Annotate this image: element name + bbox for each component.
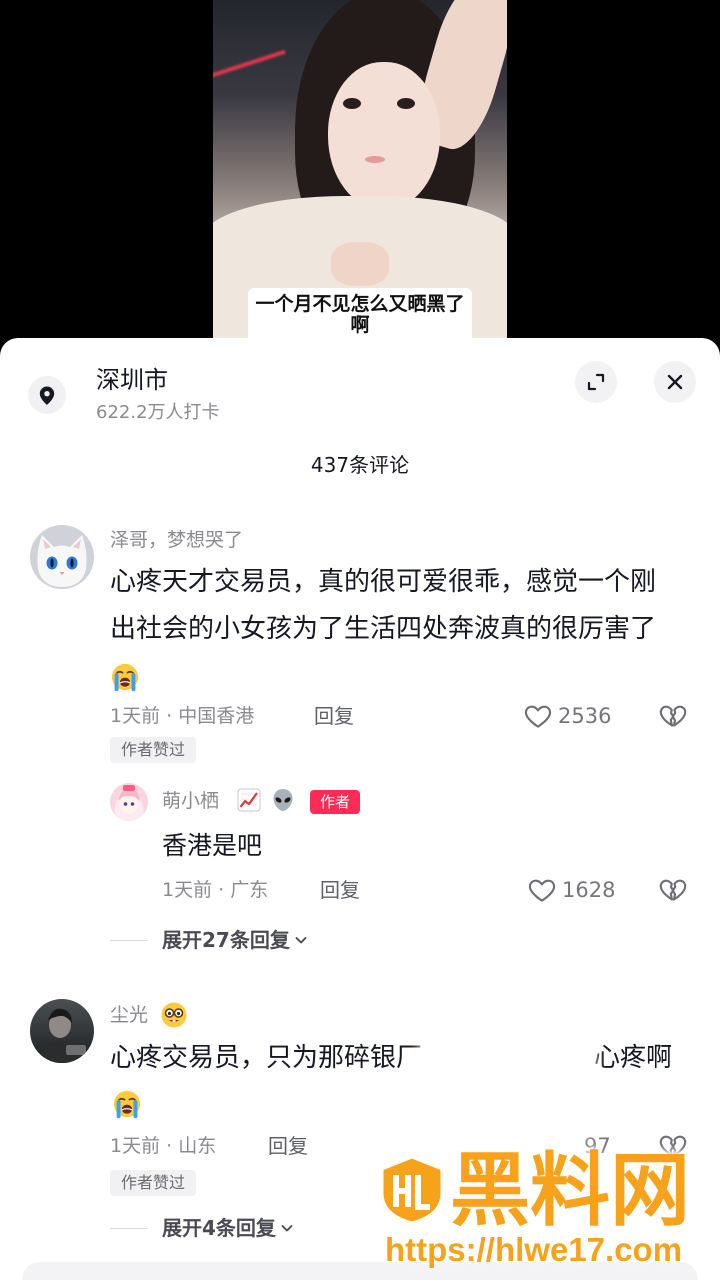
reply-item: 萌小栖 作者 香港是吧 1天前 · 广东 回复 1628 <box>0 783 720 905</box>
comment-meta: 1天前 · 中国香港 <box>110 705 255 727</box>
chevron-down-icon <box>293 932 309 948</box>
reply-button[interactable]: 回复 <box>268 1133 308 1159</box>
watermark-logo-icon <box>378 1155 446 1225</box>
comment-text-end: 心疼啊 <box>594 1043 673 1073</box>
expand-replies-button[interactable]: 展开4条回复 <box>162 1214 295 1242</box>
nerd-face-emoji <box>160 1001 188 1029</box>
video-lips <box>365 156 385 163</box>
comment-author[interactable]: 尘光 <box>110 1002 148 1028</box>
expand-replies-label: 展开27条回复 <box>162 928 290 952</box>
author-liked-badge: 作者赞过 <box>110 1170 197 1196</box>
comment-item: 泽哥，梦想哭了 心疼天才交易员，真的很可爱很乖，感觉一个刚出社会的小女孩为了生活… <box>0 525 720 954</box>
broken-heart-icon[interactable] <box>658 875 688 905</box>
loudly-crying-face-emoji <box>112 1089 142 1119</box>
heart-outline-icon[interactable] <box>523 701 553 731</box>
video-face <box>328 62 440 210</box>
video-hand <box>331 242 389 286</box>
reply-avatar[interactable] <box>110 783 148 821</box>
author-tag: 作者 <box>310 790 361 814</box>
blurred-overlay <box>420 1013 595 1143</box>
comment-text-content: 心疼天才交易员，真的很可爱很乖，感觉一个刚出社会的小女孩为了生活四处奔波真的很厉… <box>110 567 657 644</box>
comment-author[interactable]: 泽哥，梦想哭了 <box>110 527 243 553</box>
loudly-crying-face-emoji <box>110 662 140 692</box>
chart-increasing-emoji <box>236 787 262 813</box>
like-count: 2536 <box>558 704 612 728</box>
reply-meta: 1天前 · 广东 <box>162 879 269 901</box>
reply-button[interactable]: 回复 <box>320 877 360 903</box>
watermark-url: https://hlwe17.com <box>385 1231 683 1268</box>
expand-button[interactable] <box>575 361 617 403</box>
comments-count-title: 437条评论 <box>310 453 410 477</box>
chevron-down-icon <box>279 1220 295 1236</box>
alien-emoji <box>270 787 296 813</box>
expand-divider <box>110 940 148 941</box>
expand-icon <box>586 372 606 392</box>
comment-sheet: 深圳市 622.2万人打卡 437条评论 泽哥，梦想哭了 心疼天才交易员，真的很… <box>0 338 720 1280</box>
location-pin-icon <box>28 376 66 414</box>
expand-replies-button[interactable]: 展开27条回复 <box>162 926 309 954</box>
location-header[interactable]: 深圳市 622.2万人打卡 <box>28 362 548 434</box>
reply-button[interactable]: 回复 <box>314 703 354 729</box>
expand-divider <box>110 1228 148 1229</box>
car-led-light <box>213 49 286 79</box>
location-name: 深圳市 <box>96 366 168 394</box>
comment-text: 心疼天才交易员，真的很可爱很乖，感觉一个刚出社会的小女孩为了生活四处奔波真的很厉… <box>110 559 672 700</box>
heart-outline-icon[interactable] <box>527 875 557 905</box>
close-button[interactable] <box>654 361 696 403</box>
video-eye-right <box>397 98 415 109</box>
close-icon <box>665 372 685 392</box>
location-checkins: 622.2万人打卡 <box>96 402 220 423</box>
comment-text-start: 心疼交易员，只为那碎银厂 <box>110 1043 423 1073</box>
broken-heart-icon[interactable] <box>658 701 688 731</box>
video-caption: 一个月不见怎么又晒黑了啊 <box>248 288 472 344</box>
like-count: 1628 <box>562 878 616 902</box>
expand-replies-label: 展开4条回复 <box>162 1216 276 1240</box>
watermark-brand: 黑料网 <box>450 1144 690 1237</box>
reply-text: 香港是吧 <box>162 831 263 860</box>
watermark: 黑料网 https://hlwe17.com <box>372 1140 712 1276</box>
video-caption-text: 一个月不见怎么又晒黑了啊 <box>255 293 465 336</box>
comment-meta: 1天前 · 山东 <box>110 1135 217 1157</box>
comment-avatar[interactable] <box>30 999 94 1063</box>
comment-avatar[interactable] <box>30 525 94 589</box>
video-eye-left <box>343 98 361 109</box>
reply-author[interactable]: 萌小栖 <box>162 788 219 814</box>
author-liked-badge: 作者赞过 <box>110 737 197 763</box>
